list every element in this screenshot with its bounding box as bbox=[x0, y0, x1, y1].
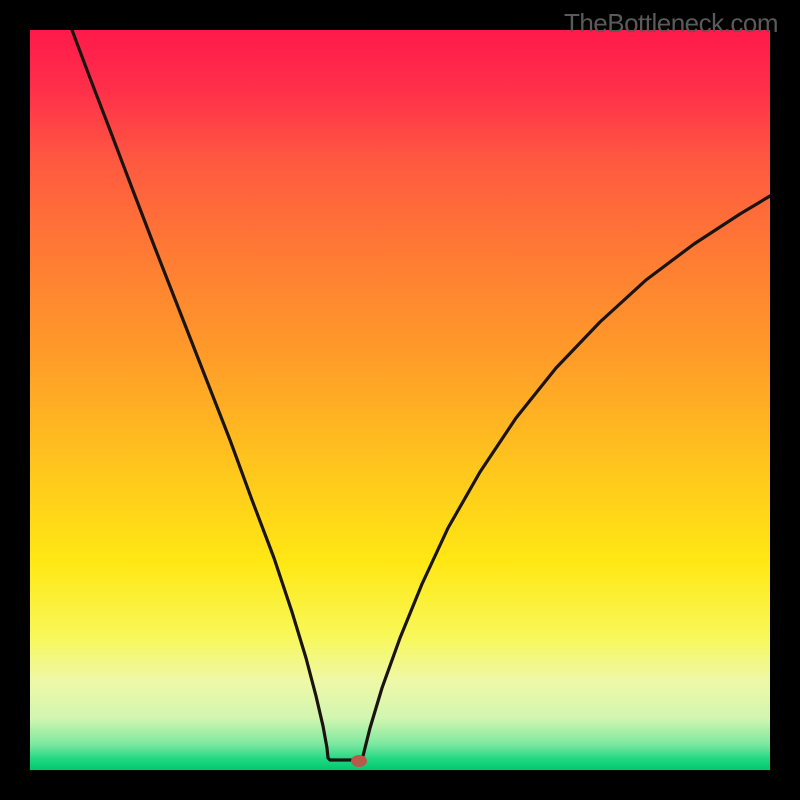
watermark-text: TheBottleneck.com bbox=[564, 8, 778, 39]
plot-area bbox=[30, 30, 770, 770]
bottleneck-curve bbox=[30, 30, 770, 770]
chart-frame: TheBottleneck.com bbox=[0, 0, 800, 800]
curve-right-branch bbox=[362, 196, 770, 760]
optimum-marker bbox=[351, 755, 367, 767]
curve-left-branch bbox=[72, 30, 358, 760]
